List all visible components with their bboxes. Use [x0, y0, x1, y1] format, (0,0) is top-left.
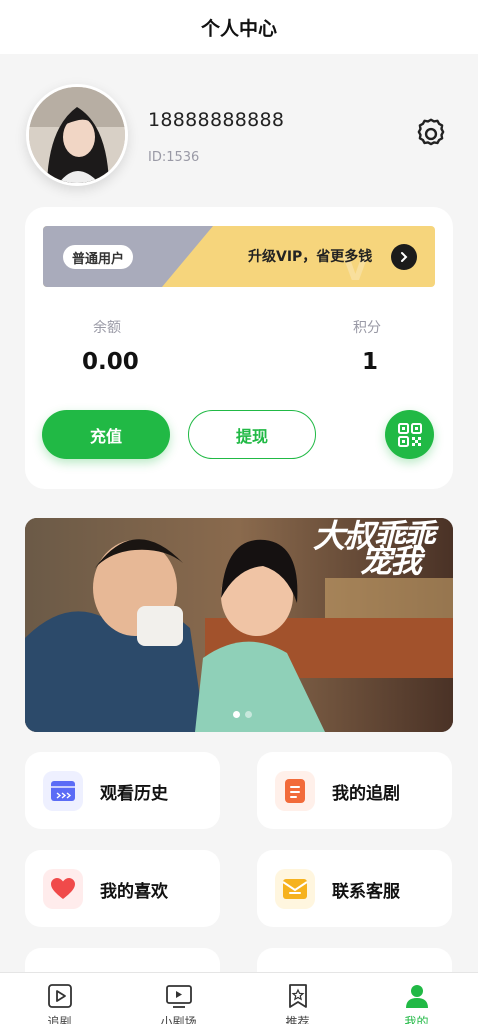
carousel-dots: [233, 711, 252, 718]
promo-banner[interactable]: 大叔乖乖 宠我: [25, 518, 453, 732]
points-label: 积分: [353, 320, 381, 336]
qr-code-button[interactable]: [385, 410, 434, 459]
vip-banner[interactable]: 普通用户 V 升级VIP，省更多钱: [43, 226, 435, 287]
page-title: 个人中心: [200, 17, 277, 40]
menu-watch-history[interactable]: 观看历史: [25, 752, 220, 829]
tab-label: 小剧场: [160, 1015, 197, 1024]
vip-promo-text: 升级VIP，省更多钱: [248, 249, 373, 265]
user-id: ID:1536: [148, 150, 200, 165]
user-level-badge: 普通用户: [63, 245, 134, 269]
account-card: 普通用户 V 升级VIP，省更多钱 余额 0.00 积分 1 充值 提现: [25, 207, 453, 489]
profile-section: 18888888888 ID:1536: [0, 54, 478, 204]
menu-my-likes[interactable]: 我的喜欢: [25, 850, 220, 927]
gear-icon: [417, 118, 445, 146]
balance-value: 0.00: [82, 349, 139, 375]
menu-my-follows[interactable]: 我的追剧: [257, 752, 452, 829]
withdraw-button[interactable]: 提现: [188, 410, 316, 459]
qr-code-icon: [397, 422, 422, 447]
tab-mine[interactable]: 我的: [357, 973, 476, 1024]
history-icon: [43, 771, 83, 811]
settings-button[interactable]: [411, 114, 451, 154]
recharge-button[interactable]: 充值: [42, 410, 170, 459]
bottom-tab-bar: 追剧 小剧场 推荐 我的: [0, 972, 478, 1024]
carousel-dot[interactable]: [245, 711, 252, 718]
tab-drama[interactable]: 追剧: [0, 973, 119, 1024]
menu-label: 观看历史: [100, 784, 168, 804]
banner-title-line2: 宠我: [360, 542, 422, 580]
menu-label: 我的喜欢: [100, 882, 168, 902]
chevron-right-icon[interactable]: [391, 244, 417, 270]
user-phone: 18888888888: [148, 109, 285, 131]
carousel-dot[interactable]: [233, 711, 240, 718]
follow-list-icon: [275, 771, 315, 811]
tv-icon: [166, 985, 192, 1008]
star-bookmark-icon: [289, 984, 307, 1008]
tab-theater[interactable]: 小剧场: [119, 973, 238, 1024]
play-square-icon: [48, 984, 72, 1008]
menu-label: 联系客服: [332, 882, 400, 902]
customer-service-icon: [275, 869, 315, 909]
avatar-image: [29, 87, 125, 183]
user-icon: [406, 985, 428, 1008]
tab-label: 追剧: [47, 1015, 72, 1024]
top-bar: 个人中心: [0, 0, 478, 54]
tab-label: 我的: [404, 1015, 429, 1024]
tab-label: 推荐: [285, 1015, 310, 1024]
tab-recommend[interactable]: 推荐: [238, 973, 357, 1024]
menu-label: 我的追剧: [332, 784, 400, 804]
points-value: 1: [362, 349, 379, 375]
heart-icon: [43, 869, 83, 909]
menu-customer-service[interactable]: 联系客服: [257, 850, 452, 927]
balance-label: 余额: [93, 320, 121, 336]
avatar[interactable]: [26, 84, 128, 186]
